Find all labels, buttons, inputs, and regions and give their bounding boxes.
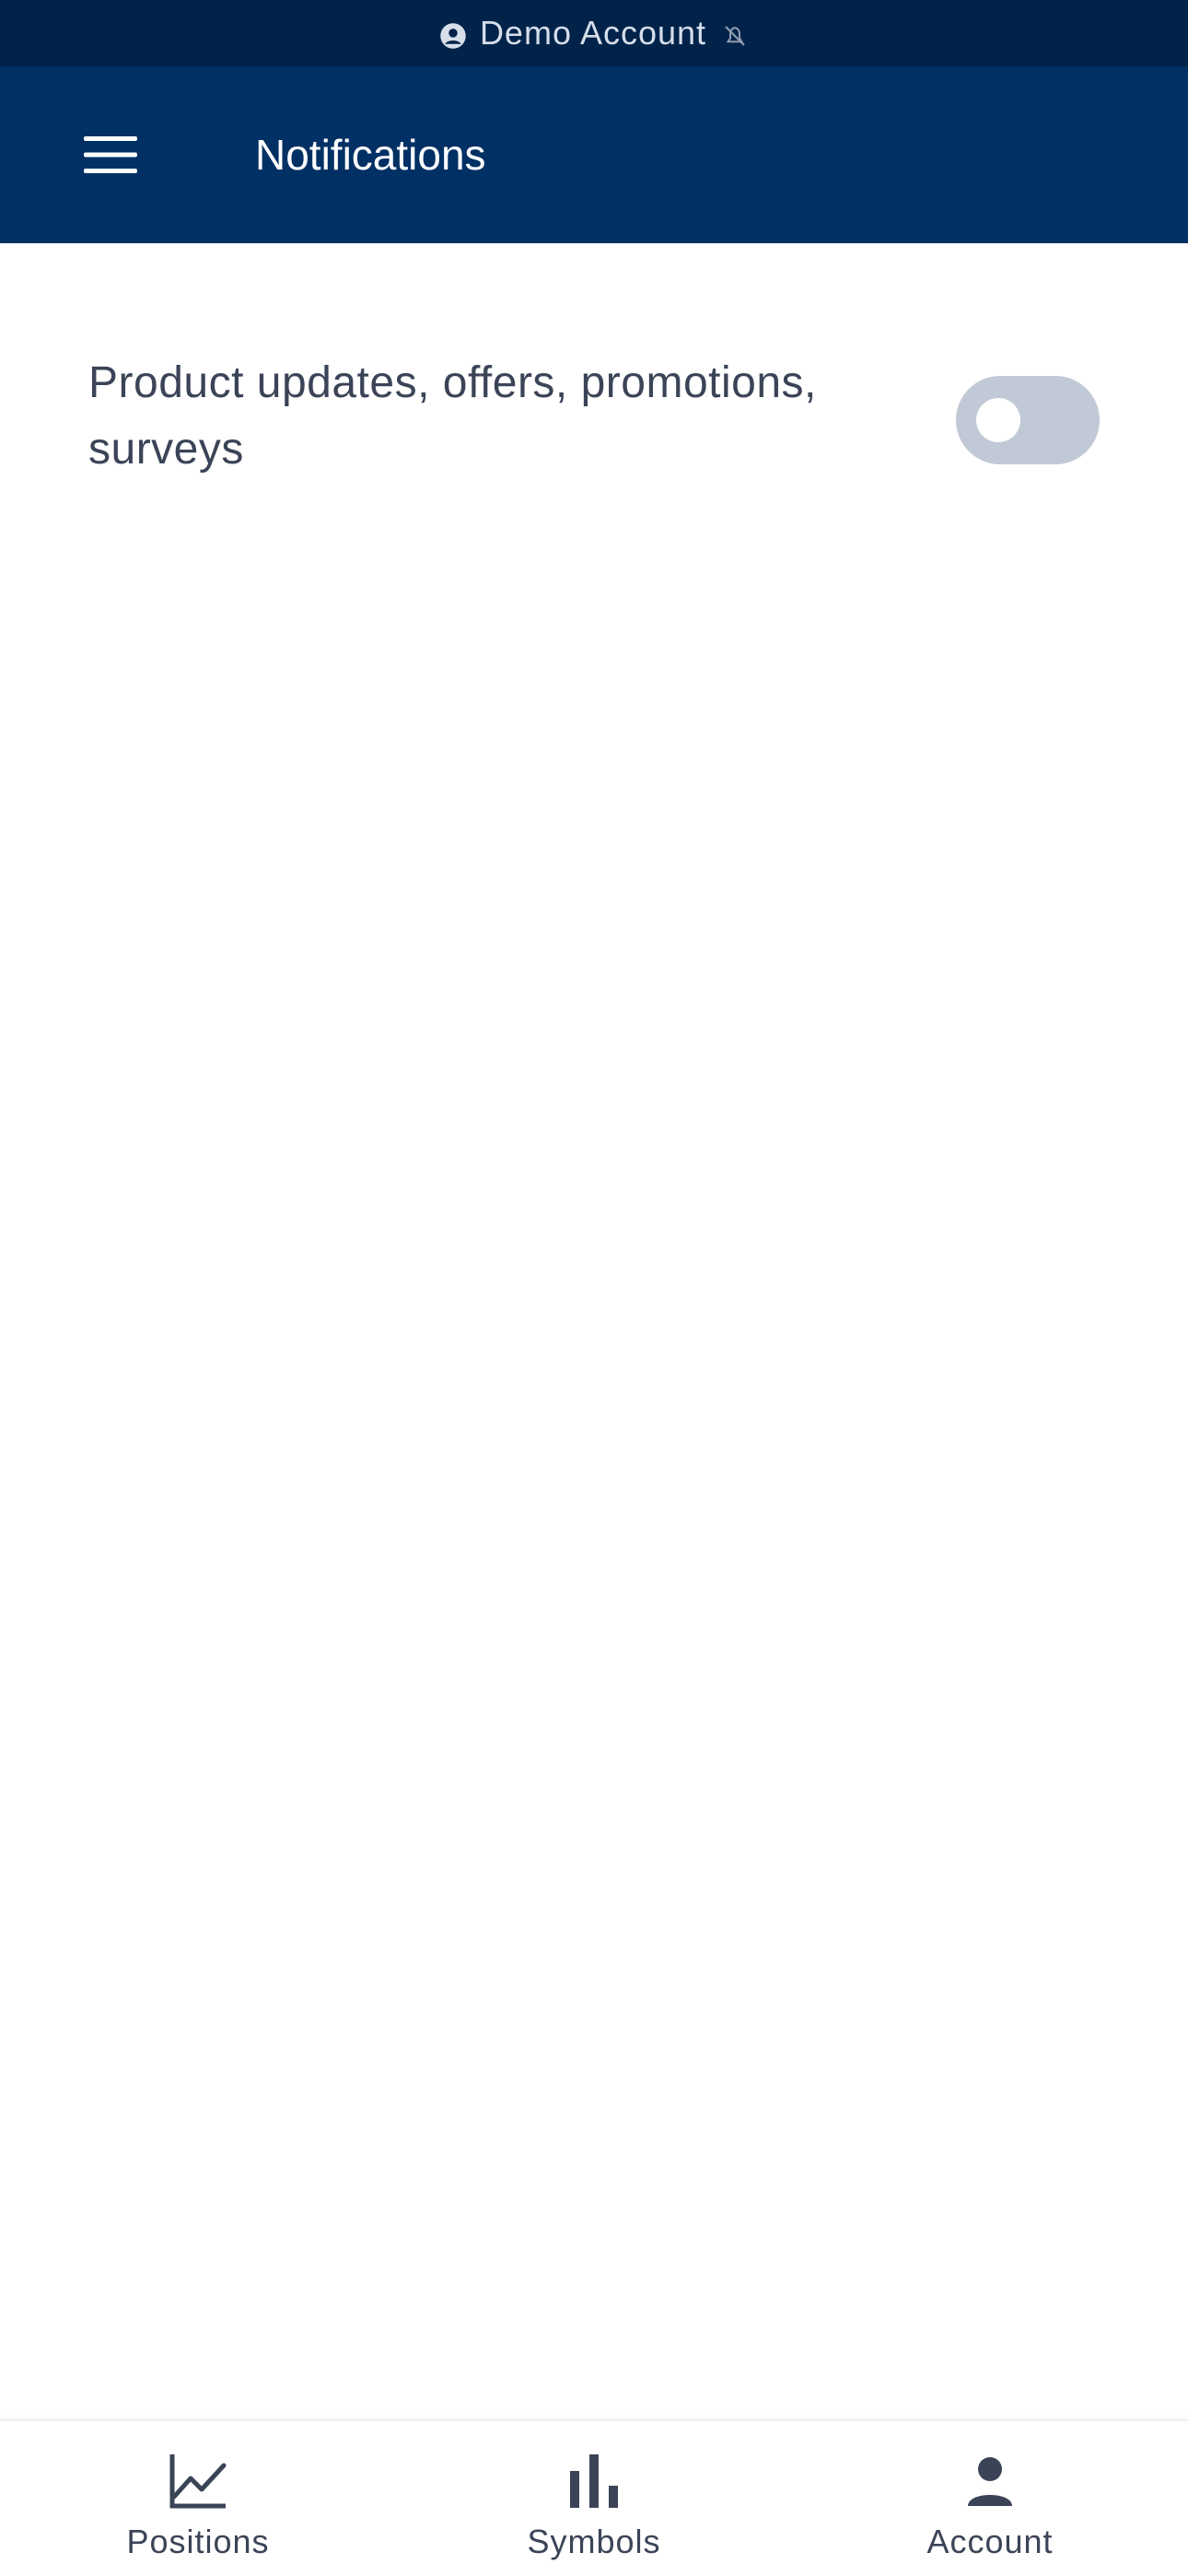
bar-chart-icon [570,2454,618,2508]
app-header: Notifications [0,66,1188,243]
nav-label-symbols: Symbols [527,2523,661,2560]
nav-item-symbols[interactable]: Symbols [396,2421,792,2576]
page-title: Notifications [255,131,486,179]
account-circle-icon [439,19,467,49]
person-icon [968,2457,1012,2506]
toggle-knob [976,398,1020,442]
nav-label-positions: Positions [126,2523,270,2560]
setting-label: Product updates, offers, promotions, sur… [88,358,817,474]
nav-item-account[interactable]: Account [792,2421,1188,2576]
hamburger-menu-icon [84,136,137,173]
nav-item-positions[interactable]: Positions [0,2421,396,2576]
menu-button[interactable] [74,122,147,188]
nav-label-account: Account [926,2523,1054,2560]
account-status-strip: Demo Account [0,0,1188,66]
line-chart-icon [169,2454,227,2509]
bottom-navigation: Positions Symbols Account [0,2419,1188,2576]
notifications-off-icon [721,19,749,47]
marketing-notifications-toggle[interactable] [956,376,1100,464]
setting-row-marketing: Product updates, offers, promotions, sur… [88,350,1101,498]
account-type-label: Demo Account [479,14,707,52]
notifications-screen: Demo Account Notifications Product updat… [0,0,1188,2576]
